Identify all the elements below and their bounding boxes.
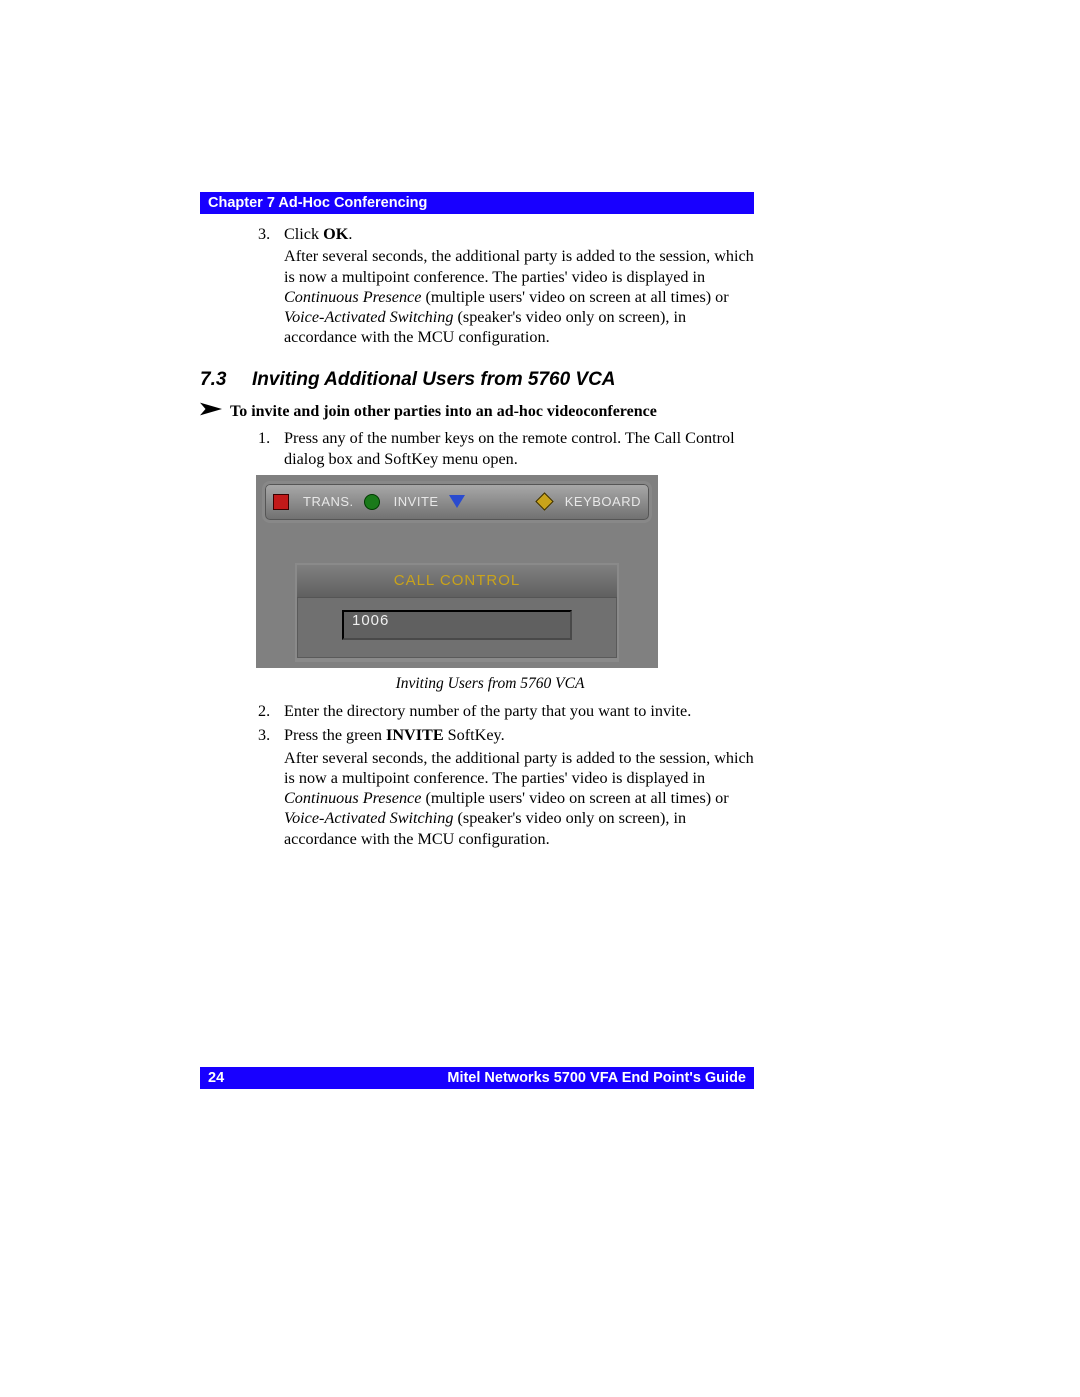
list-item: 2. Enter the directory number of the par… (258, 701, 754, 721)
invite-label: INVITE (386, 726, 444, 744)
term: Voice-Activated Switching (284, 809, 453, 827)
item-body: Click OK. After several seconds, the add… (284, 224, 754, 348)
section-title: Inviting Additional Users from 5760 VCA (252, 368, 616, 392)
item-body: Press any of the number keys on the remo… (284, 428, 754, 469)
item-number: 3. (258, 224, 284, 348)
term: Continuous Presence (284, 288, 421, 306)
list-item: 3. Press the green INVITE SoftKey. After… (258, 725, 754, 849)
yellow-diamond-icon (535, 493, 553, 511)
call-control-title: CALL CONTROL (297, 565, 617, 598)
blue-triangle-icon (449, 495, 465, 508)
subheading: To invite and join other parties into an… (230, 402, 657, 422)
invite-button[interactable]: INVITE (394, 494, 439, 510)
call-control-panel: CALL CONTROL 1006 (295, 563, 619, 662)
page-footer: 24 Mitel Networks 5700 VFA End Point's G… (200, 1067, 754, 1089)
term: Voice-Activated Switching (284, 308, 453, 326)
call-control-body: 1006 (297, 598, 617, 658)
procedure-list: 1. Press any of the number keys on the r… (200, 428, 754, 849)
text: After several seconds, the additional pa… (284, 247, 754, 285)
text: Click (284, 225, 323, 243)
item-number: 2. (258, 701, 284, 721)
red-square-icon (273, 494, 289, 510)
guide-title: Mitel Networks 5700 VFA End Point's Guid… (447, 1067, 746, 1089)
item-body: Press the green INVITE SoftKey. After se… (284, 725, 754, 849)
item-number: 1. (258, 428, 284, 469)
figure-caption: Inviting Users from 5760 VCA (226, 674, 754, 693)
ok-label: OK (323, 225, 348, 243)
green-circle-icon (364, 494, 380, 510)
text: (multiple users' video on screen at all … (421, 288, 728, 306)
figure-frame: TRANS. INVITE KEYBOARD CALL CONTROL 1006 (256, 475, 658, 668)
term: Continuous Presence (284, 789, 421, 807)
list-item: 1. Press any of the number keys on the r… (258, 428, 754, 469)
figure: TRANS. INVITE KEYBOARD CALL CONTROL 1006 (256, 475, 754, 693)
paragraph: After several seconds, the additional pa… (284, 246, 754, 347)
text: SoftKey. (444, 726, 505, 744)
trans-button[interactable]: TRANS. (303, 494, 354, 510)
chapter-label: Chapter 7 Ad-Hoc Conferencing (208, 195, 427, 211)
keyboard-button[interactable]: KEYBOARD (565, 494, 641, 510)
figure-gap (262, 523, 652, 563)
text: . (348, 225, 352, 243)
text: Press the green (284, 726, 386, 744)
subheading-row: To invite and join other parties into an… (200, 399, 754, 422)
list-item: 3. Click OK. After several seconds, the … (258, 224, 754, 348)
section-heading: 7.3 Inviting Additional Users from 5760 … (200, 368, 754, 392)
call-control-input[interactable]: 1006 (342, 610, 572, 640)
softkey-menu: TRANS. INVITE KEYBOARD (262, 481, 652, 523)
page-content: 3. Click OK. After several seconds, the … (200, 224, 754, 849)
section-number: 7.3 (200, 368, 252, 392)
arrow-icon (200, 399, 230, 421)
continued-list: 3. Click OK. After several seconds, the … (200, 224, 754, 348)
page-number: 24 (208, 1067, 224, 1089)
chapter-header: Chapter 7 Ad-Hoc Conferencing (200, 192, 754, 214)
document-page: Chapter 7 Ad-Hoc Conferencing 3. Click O… (200, 192, 754, 853)
item-number: 3. (258, 725, 284, 849)
text: After several seconds, the additional pa… (284, 749, 754, 787)
text: (multiple users' video on screen at all … (421, 789, 728, 807)
paragraph: After several seconds, the additional pa… (284, 748, 754, 849)
item-body: Enter the directory number of the party … (284, 701, 754, 721)
